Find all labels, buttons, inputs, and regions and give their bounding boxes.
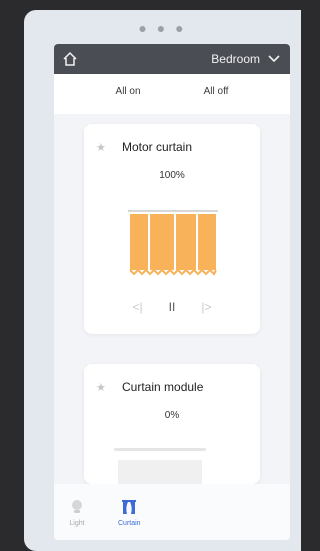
device-list: ★ Motor curtain 100% <| II |> ★ Curtain … [54, 114, 290, 486]
tab-label: Light [69, 519, 85, 527]
device-frame: ● ● ● Bedroom All on All off ★ Motor cur… [24, 10, 301, 551]
open-left-button[interactable]: <| [133, 300, 143, 314]
all-on-button[interactable]: All on [116, 86, 141, 97]
quick-actions: All on All off [54, 74, 290, 97]
motor-curtain-card[interactable]: ★ Motor curtain 100% <| II |> [84, 124, 260, 334]
card-title: Curtain module [122, 380, 204, 394]
app-screen: Bedroom All on All off ★ Motor curtain 1… [54, 44, 290, 540]
curtain-visual [118, 460, 202, 486]
curtain-track [114, 448, 206, 451]
home-icon[interactable] [62, 51, 78, 67]
tab-curtain[interactable]: Curtain [118, 498, 141, 527]
curtain-percent: 100% [159, 170, 185, 181]
top-bar: Bedroom [54, 44, 290, 74]
favorite-star-icon[interactable]: ★ [96, 141, 122, 154]
favorite-star-icon[interactable]: ★ [96, 381, 122, 394]
bottom-tab-bar: Light Curtain [54, 484, 290, 540]
room-selector[interactable]: Bedroom [211, 52, 280, 66]
tab-light[interactable]: Light [68, 498, 86, 527]
all-off-button[interactable]: All off [204, 86, 229, 97]
pause-button[interactable]: II [169, 300, 176, 314]
chevron-down-icon [268, 55, 280, 63]
room-name: Bedroom [211, 52, 260, 66]
curtain-module-card[interactable]: ★ Curtain module 0% [84, 364, 260, 486]
light-bulb-icon [72, 499, 82, 513]
device-camera-dots: ● ● ● [138, 20, 187, 36]
tab-label: Curtain [118, 519, 141, 527]
curtain-icon [122, 499, 137, 514]
curtain-percent: 0% [164, 410, 180, 421]
curtain-controls: <| II |> [84, 300, 260, 314]
curtain-visual [128, 210, 218, 276]
card-title: Motor curtain [122, 140, 193, 154]
open-right-button[interactable]: |> [201, 300, 211, 314]
